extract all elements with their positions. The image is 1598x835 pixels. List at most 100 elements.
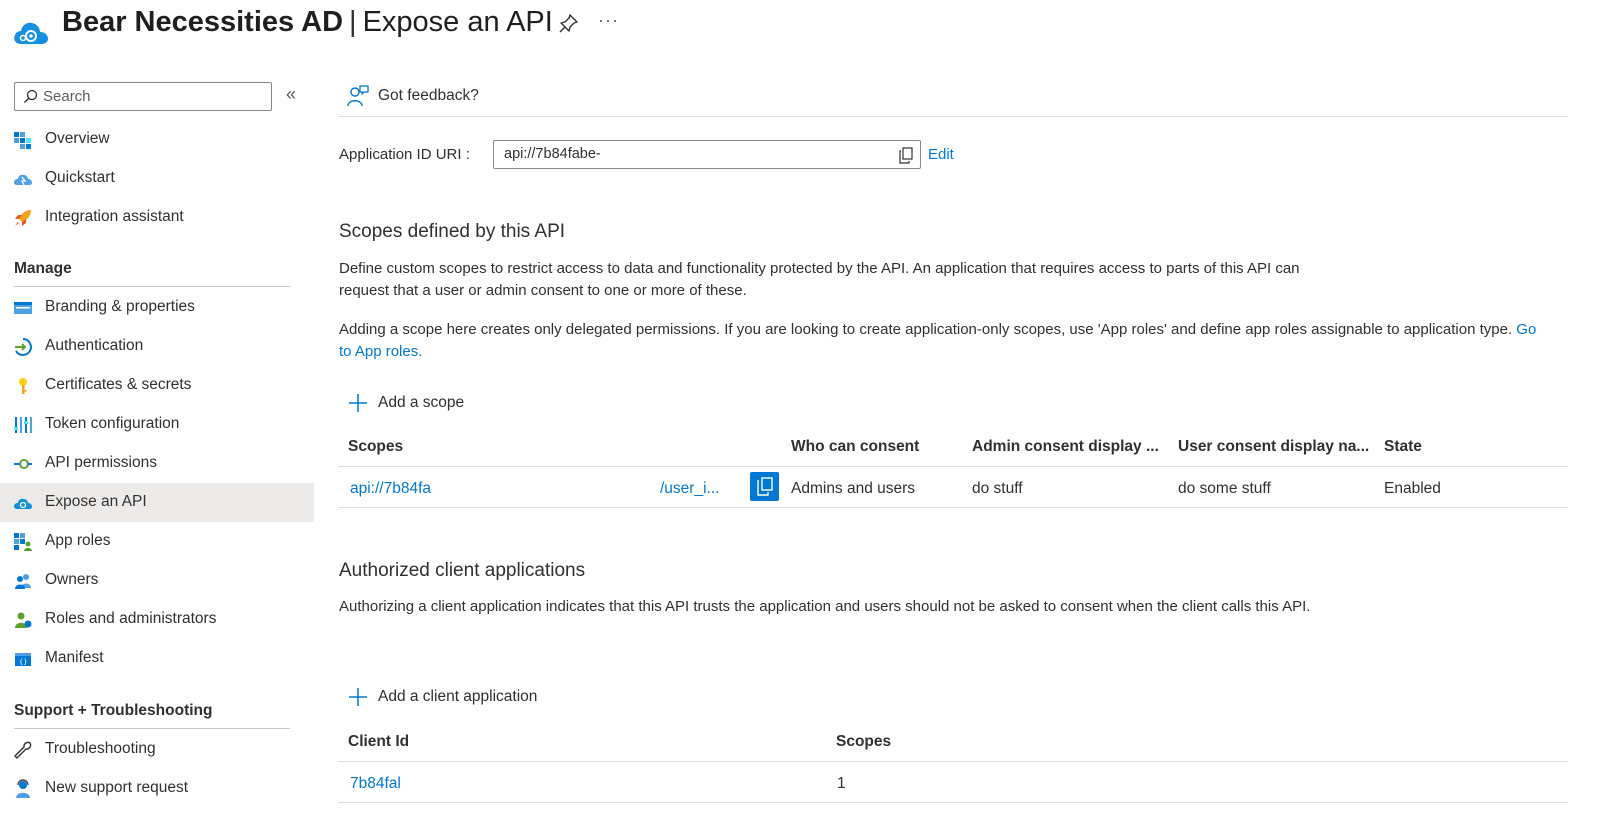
scopes-note: Adding a scope here creates only delegat… bbox=[339, 319, 1551, 363]
resource-menu: « Overview Quickstart Integration assist… bbox=[0, 70, 320, 835]
column-header: Who can consent bbox=[791, 438, 920, 455]
plus-icon bbox=[349, 688, 367, 706]
manifest-icon: {} bbox=[15, 653, 31, 666]
sidebar-item-branding[interactable]: Branding & properties bbox=[0, 288, 314, 327]
scopes-note-text: Adding a scope here creates only delegat… bbox=[339, 321, 1513, 338]
cloud-gear-icon bbox=[14, 22, 48, 44]
command-bar: Got feedback? bbox=[338, 70, 1568, 117]
sidebar-item-authentication[interactable]: Authentication bbox=[0, 327, 314, 366]
token-bars-icon bbox=[14, 417, 32, 433]
copy-icon[interactable] bbox=[898, 147, 914, 164]
support-person-icon bbox=[16, 779, 30, 798]
sidebar-item-owners[interactable]: Owners bbox=[0, 561, 314, 600]
sidebar-item-label: New support request bbox=[45, 779, 189, 796]
sidebar-item-api-permissions[interactable]: API permissions bbox=[0, 444, 314, 483]
scopes-table-header: Scopes Who can consent Admin consent dis… bbox=[338, 430, 1568, 467]
pin-icon[interactable] bbox=[558, 12, 580, 34]
sidebar-item-label: Overview bbox=[45, 130, 110, 147]
sidebar-item-expose-an-api[interactable]: Expose an API bbox=[0, 483, 314, 522]
app-name: Bear Necessities AD bbox=[62, 6, 344, 38]
sidebar-item-label: Quickstart bbox=[45, 169, 115, 186]
branding-icon bbox=[14, 302, 32, 314]
app-id-uri-field[interactable]: api://7b84fabe- bbox=[493, 140, 921, 169]
copy-scope-button[interactable] bbox=[750, 472, 779, 501]
sidebar-item-manifest[interactable]: {} Manifest bbox=[0, 639, 314, 678]
add-scope-button[interactable]: Add a scope bbox=[348, 391, 478, 415]
search-icon bbox=[24, 89, 38, 103]
sidebar-item-quickstart[interactable]: Quickstart bbox=[0, 159, 314, 198]
scopes-description: Define custom scopes to restrict access … bbox=[339, 260, 1300, 299]
feedback-label: Got feedback? bbox=[378, 87, 479, 104]
overview-grid-icon bbox=[14, 132, 31, 149]
sidebar-item-overview[interactable]: Overview bbox=[0, 120, 314, 159]
menu-search-box[interactable] bbox=[14, 82, 272, 111]
edit-uri-link[interactable]: Edit bbox=[928, 146, 954, 163]
app-roles-icon bbox=[14, 533, 32, 551]
section-divider bbox=[14, 286, 290, 287]
sidebar-item-label: API permissions bbox=[45, 454, 157, 471]
client-scopes-cell: 1 bbox=[837, 775, 846, 792]
wrench-icon bbox=[14, 741, 32, 759]
quickstart-cloud-icon bbox=[13, 174, 32, 186]
sidebar-item-troubleshooting[interactable]: Troubleshooting bbox=[0, 730, 314, 769]
sidebar-item-roles-administrators[interactable]: Roles and administrators bbox=[0, 600, 314, 639]
sidebar-item-label: Authentication bbox=[45, 337, 144, 354]
expose-api-cloud-icon bbox=[13, 498, 32, 509]
collapse-menu-icon[interactable]: « bbox=[286, 84, 296, 105]
sidebar-item-app-roles[interactable]: App roles bbox=[0, 522, 314, 561]
blade-header: Bear Necessities AD | Expose an API ··· bbox=[0, 0, 1598, 60]
plus-icon bbox=[349, 394, 367, 412]
owners-icon bbox=[15, 574, 31, 589]
state-cell: Enabled bbox=[1384, 480, 1441, 497]
user-consent-cell: do some stuff bbox=[1178, 480, 1271, 497]
column-header: Admin consent display ... bbox=[972, 438, 1159, 455]
column-header: Client Id bbox=[348, 733, 410, 750]
roles-admin-icon bbox=[15, 612, 32, 628]
client-id-link[interactable]: 7b84fal bbox=[350, 775, 401, 793]
manage-section-heading: Manage bbox=[14, 260, 72, 277]
add-scope-label: Add a scope bbox=[378, 394, 465, 411]
clients-description: Authorizing a client application indicat… bbox=[339, 598, 1311, 615]
table-row[interactable]: 7b84fal 1 bbox=[338, 763, 1568, 803]
sidebar-item-label: Roles and administrators bbox=[45, 610, 217, 627]
authentication-icon bbox=[15, 338, 32, 356]
sidebar-item-label: App roles bbox=[45, 532, 111, 549]
app-id-uri-label: Application ID URI : bbox=[339, 146, 470, 163]
column-header: User consent display na... bbox=[1178, 438, 1370, 455]
table-row[interactable]: api://7b84fa /user_i... Admins and users… bbox=[338, 468, 1568, 508]
copy-icon bbox=[757, 477, 773, 496]
sidebar-item-label: Integration assistant bbox=[45, 208, 184, 225]
app-id-uri-value: api://7b84fabe- bbox=[504, 146, 601, 162]
column-header: Scopes bbox=[348, 438, 404, 455]
sidebar-item-token-configuration[interactable]: Token configuration bbox=[0, 405, 314, 444]
sidebar-item-label: Expose an API bbox=[45, 493, 147, 510]
sidebar-item-label: Troubleshooting bbox=[45, 740, 156, 757]
support-section-heading: Support + Troubleshooting bbox=[14, 702, 213, 719]
scope-link-start[interactable]: api://7b84fa bbox=[350, 480, 431, 498]
page-title: Bear Necessities AD | Expose an API bbox=[62, 6, 553, 39]
column-header: State bbox=[1384, 438, 1422, 455]
sidebar-item-certificates[interactable]: Certificates & secrets bbox=[0, 366, 314, 405]
title-separator: | bbox=[349, 6, 357, 38]
feedback-person-icon bbox=[347, 85, 369, 107]
api-permissions-icon bbox=[14, 459, 32, 469]
page-name: Expose an API bbox=[362, 6, 553, 38]
column-header: Scopes bbox=[836, 733, 892, 750]
sidebar-item-label: Branding & properties bbox=[45, 298, 195, 315]
admin-consent-cell: do stuff bbox=[972, 480, 1023, 497]
clients-table-header: Client Id Scopes bbox=[338, 725, 1568, 762]
key-icon bbox=[19, 378, 27, 394]
add-client-application-button[interactable]: Add a client application bbox=[348, 685, 558, 709]
scopes-section-title: Scopes defined by this API bbox=[339, 221, 566, 242]
search-input[interactable] bbox=[43, 86, 263, 107]
add-client-label: Add a client application bbox=[378, 688, 538, 705]
rocket-icon bbox=[15, 210, 31, 226]
scope-link-end[interactable]: /user_i... bbox=[660, 480, 719, 498]
sidebar-item-label: Owners bbox=[45, 571, 99, 588]
who-can-consent-cell: Admins and users bbox=[791, 480, 916, 497]
main-content: Got feedback? Application ID URI : api:/… bbox=[338, 70, 1568, 835]
sidebar-item-integration-assistant[interactable]: Integration assistant bbox=[0, 198, 314, 237]
more-options-icon[interactable]: ··· bbox=[598, 10, 619, 31]
sidebar-item-new-support-request[interactable]: New support request bbox=[0, 769, 314, 808]
section-divider bbox=[14, 728, 290, 729]
